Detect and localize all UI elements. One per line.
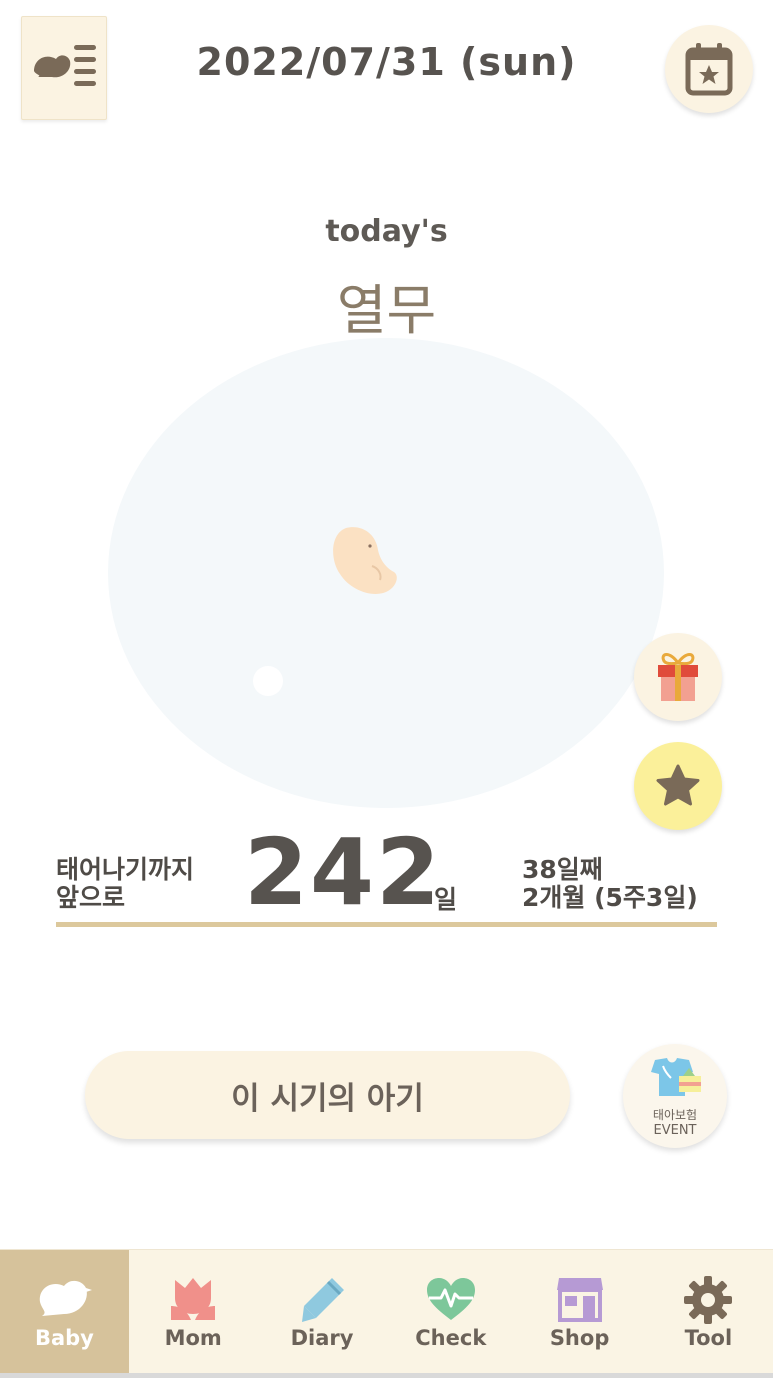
- gift-button[interactable]: [634, 633, 722, 721]
- gift-icon: [658, 653, 698, 701]
- days-unit: 일: [434, 885, 458, 914]
- gear-icon: [684, 1276, 733, 1324]
- store-icon: [556, 1278, 603, 1322]
- favorite-button[interactable]: [634, 742, 722, 830]
- nav-label-mom: Mom: [164, 1326, 222, 1350]
- nav-label-diary: Diary: [290, 1326, 354, 1350]
- baby-stage-button[interactable]: 이 시기의 아기: [85, 1051, 570, 1139]
- heart-pulse-icon: [426, 1278, 475, 1320]
- calendar-star-icon: [685, 43, 733, 96]
- event-subtitle: EVENT: [653, 1123, 697, 1138]
- nav-item-mom[interactable]: Mom: [129, 1250, 258, 1374]
- bird-icon: [40, 1280, 93, 1316]
- nav-item-diary[interactable]: Diary: [258, 1250, 387, 1374]
- bottom-edge: [0, 1373, 773, 1378]
- nav-item-check[interactable]: Check: [386, 1250, 515, 1374]
- nav-label-tool: Tool: [684, 1326, 733, 1350]
- event-title: 태아보험: [652, 1108, 698, 1122]
- nav-label-baby: Baby: [34, 1326, 94, 1350]
- baby-clothes-icon: [651, 1058, 701, 1096]
- todays-label: today's: [325, 214, 448, 249]
- nav-item-baby[interactable]: Baby: [0, 1250, 129, 1374]
- elapsed-day: 38일째: [522, 855, 603, 884]
- divider: [56, 922, 717, 927]
- days-remaining: 242: [244, 819, 443, 926]
- tulip-icon: [171, 1278, 216, 1320]
- until-birth-label: 태어나기까지 앞으로: [56, 855, 195, 912]
- date-title[interactable]: 2022/07/31 (sun): [0, 40, 773, 84]
- elapsed-period: 2개월 (5주3일): [522, 883, 698, 912]
- nav-item-tool[interactable]: Tool: [644, 1250, 773, 1374]
- insurance-event-button[interactable]: 태아보험 EVENT: [623, 1044, 727, 1148]
- todays-food[interactable]: 열무: [0, 266, 773, 345]
- nav-label-shop: Shop: [549, 1326, 610, 1350]
- nav-label-check: Check: [415, 1326, 487, 1350]
- embryo-illustration: [333, 527, 397, 594]
- nav-item-shop[interactable]: Shop: [515, 1250, 644, 1374]
- star-icon: [656, 764, 700, 806]
- pencil-icon: [301, 1278, 344, 1322]
- calendar-button[interactable]: [665, 25, 753, 113]
- bottom-nav: Baby Mom Diary Check Shop Tool: [0, 1249, 773, 1374]
- pregnancy-progress: 38일째 2개월 (5주3일): [522, 856, 698, 912]
- yolk-sac: [253, 666, 283, 696]
